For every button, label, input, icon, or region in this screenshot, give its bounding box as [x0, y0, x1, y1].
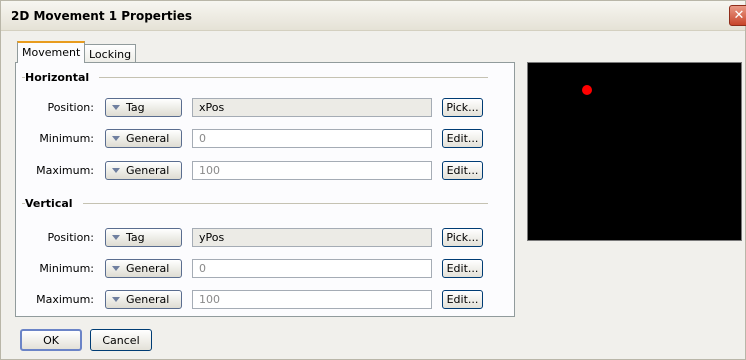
chevron-down-icon: [112, 136, 120, 141]
cancel-button[interactable]: Cancel: [90, 329, 152, 351]
position-marker: [582, 85, 592, 95]
dropdown-label: General: [126, 293, 170, 306]
vertical-position-label: Position:: [47, 231, 94, 244]
horizontal-maximum-label: Maximum:: [36, 164, 94, 177]
horizontal-position-field[interactable]: xPos: [192, 98, 432, 117]
vertical-maximum-mode-dropdown[interactable]: General: [105, 290, 182, 309]
vertical-minimum-label: Minimum:: [39, 262, 94, 275]
chevron-down-icon: [112, 266, 120, 271]
horizontal-minimum-mode-dropdown[interactable]: General: [105, 129, 182, 148]
vertical-minimum-edit-button[interactable]: Edit...: [442, 259, 483, 278]
horizontal-minimum-field[interactable]: 0: [192, 129, 432, 148]
vertical-maximum-label: Maximum:: [36, 293, 94, 306]
vertical-minimum-field[interactable]: 0: [192, 259, 432, 278]
close-icon: ✕: [733, 8, 745, 23]
movement-preview: [527, 62, 742, 241]
horizontal-minimum-label: Minimum:: [39, 132, 94, 145]
close-button[interactable]: ✕: [729, 5, 746, 26]
window-title: 2D Movement 1 Properties: [11, 9, 192, 23]
tab-locking[interactable]: Locking: [84, 44, 137, 64]
horizontal-maximum-mode-dropdown[interactable]: General: [105, 161, 182, 180]
vertical-divider: [22, 203, 488, 204]
horizontal-position-mode-dropdown[interactable]: Tag: [105, 98, 182, 117]
movement-panel: Horizontal Position: Tag xPos Pick... Mi…: [15, 62, 515, 317]
title-bar[interactable]: 2D Movement 1 Properties ✕: [1, 1, 746, 31]
vertical-position-pick-button[interactable]: Pick...: [442, 228, 483, 247]
dropdown-label: General: [126, 164, 170, 177]
horizontal-maximum-field[interactable]: 100: [192, 161, 432, 180]
horizontal-minimum-edit-button[interactable]: Edit...: [442, 129, 483, 148]
horizontal-maximum-edit-button[interactable]: Edit...: [442, 161, 483, 180]
vertical-minimum-mode-dropdown[interactable]: General: [105, 259, 182, 278]
horizontal-position-label: Position:: [47, 101, 94, 114]
vertical-maximum-field[interactable]: 100: [192, 290, 432, 309]
ok-button[interactable]: OK: [20, 329, 82, 351]
chevron-down-icon: [112, 235, 120, 240]
vertical-maximum-edit-button[interactable]: Edit...: [442, 290, 483, 309]
chevron-down-icon: [112, 168, 120, 173]
dropdown-label: Tag: [126, 101, 145, 114]
dropdown-label: General: [126, 262, 170, 275]
chevron-down-icon: [112, 105, 120, 110]
section-label-vertical: Vertical: [25, 197, 83, 210]
dropdown-label: General: [126, 132, 170, 145]
dropdown-label: Tag: [126, 231, 145, 244]
section-label-horizontal: Horizontal: [25, 71, 100, 84]
vertical-position-mode-dropdown[interactable]: Tag: [105, 228, 182, 247]
chevron-down-icon: [112, 297, 120, 302]
vertical-position-field[interactable]: yPos: [192, 228, 432, 247]
properties-dialog: 2D Movement 1 Properties ✕ Movement Lock…: [0, 0, 746, 360]
tab-movement[interactable]: Movement: [17, 41, 86, 63]
horizontal-position-pick-button[interactable]: Pick...: [442, 98, 483, 117]
